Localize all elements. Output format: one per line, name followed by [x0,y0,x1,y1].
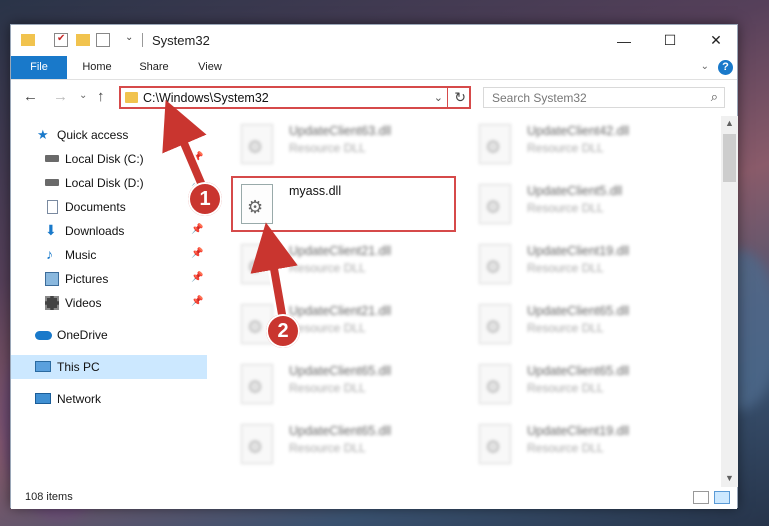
step-badge-2: 2 [266,314,300,348]
step-badge-1: 1 [188,182,222,216]
annotation-arrows [162,99,298,326]
